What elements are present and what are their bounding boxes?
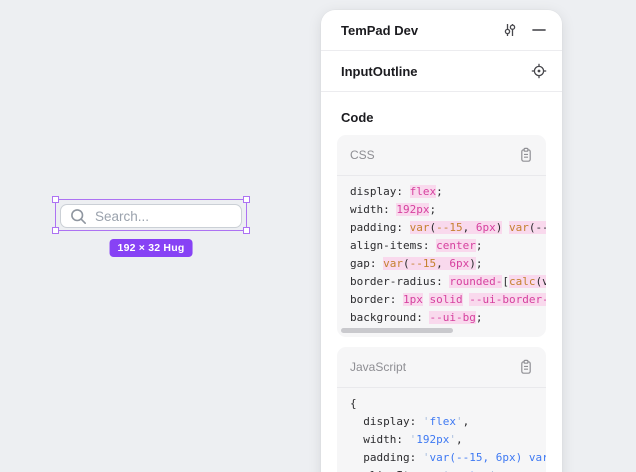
code-line: padding: 'var(--15, 6px) var (350, 449, 546, 467)
code-line: background: --ui-bg; (350, 309, 546, 327)
css-code[interactable]: display: flex;width: 192px;padding: var(… (337, 176, 546, 337)
magnifier-icon (70, 208, 87, 225)
size-badge: 192 × 32 Hug (110, 239, 193, 257)
minimize-icon[interactable] (531, 22, 547, 38)
panel-header: TemPad Dev (321, 10, 562, 51)
css-block-label: CSS (350, 148, 375, 162)
figma-workspace: Search... 192 × 32 Hug TemPad Dev (0, 0, 636, 472)
code-section-label: Code (337, 110, 546, 125)
javascript-block-label: JavaScript (350, 360, 406, 374)
tempad-panel: TemPad Dev InputOutline (321, 10, 562, 472)
code-line: display: 'flex', (350, 413, 546, 431)
code-line: width: '192px', (350, 431, 546, 449)
code-line: padding: var(--15, 6px) var(-- (350, 219, 546, 237)
component-name: InputOutline (341, 64, 418, 79)
horizontal-scrollbar[interactable] (341, 328, 453, 333)
code-line: border-radius: rounded-[calc(v (350, 273, 546, 291)
code-line: display: flex; (350, 183, 546, 201)
code-line: gap: var(--15, 6px); (350, 255, 546, 273)
search-placeholder: Search... (95, 209, 149, 224)
javascript-code-block: JavaScript { display: 'flex', width: '19… (337, 347, 546, 472)
code-line: align-items: center; (350, 237, 546, 255)
css-code-block: CSS display: flex;width: 192px;padding: … (337, 135, 546, 337)
code-line: border: 1px solid --ui-border- (350, 291, 546, 309)
sliders-icon[interactable] (502, 22, 518, 38)
selection-overlay: Search... 192 × 32 Hug (55, 199, 247, 231)
copy-clipboard-icon[interactable] (518, 359, 534, 375)
panel-title: TemPad Dev (341, 23, 418, 38)
copy-clipboard-icon[interactable] (518, 147, 534, 163)
javascript-block-header: JavaScript (337, 347, 546, 388)
javascript-code[interactable]: { display: 'flex', width: '192px', paddi… (337, 388, 546, 472)
crosshair-locate-icon[interactable] (531, 63, 547, 79)
selection-handle-nw[interactable] (52, 196, 59, 203)
code-section: Code CSS display: flex;width: 192px;padd… (321, 92, 562, 472)
css-block-header: CSS (337, 135, 546, 176)
component-row: InputOutline (321, 51, 562, 92)
code-line: { (350, 395, 546, 413)
selection-handle-sw[interactable] (52, 227, 59, 234)
selection-handle-se[interactable] (243, 227, 250, 234)
code-line: alignItems: 'center', (350, 467, 546, 472)
code-line: width: 192px; (350, 201, 546, 219)
selection-handle-ne[interactable] (243, 196, 250, 203)
search-input[interactable]: Search... (60, 204, 242, 228)
